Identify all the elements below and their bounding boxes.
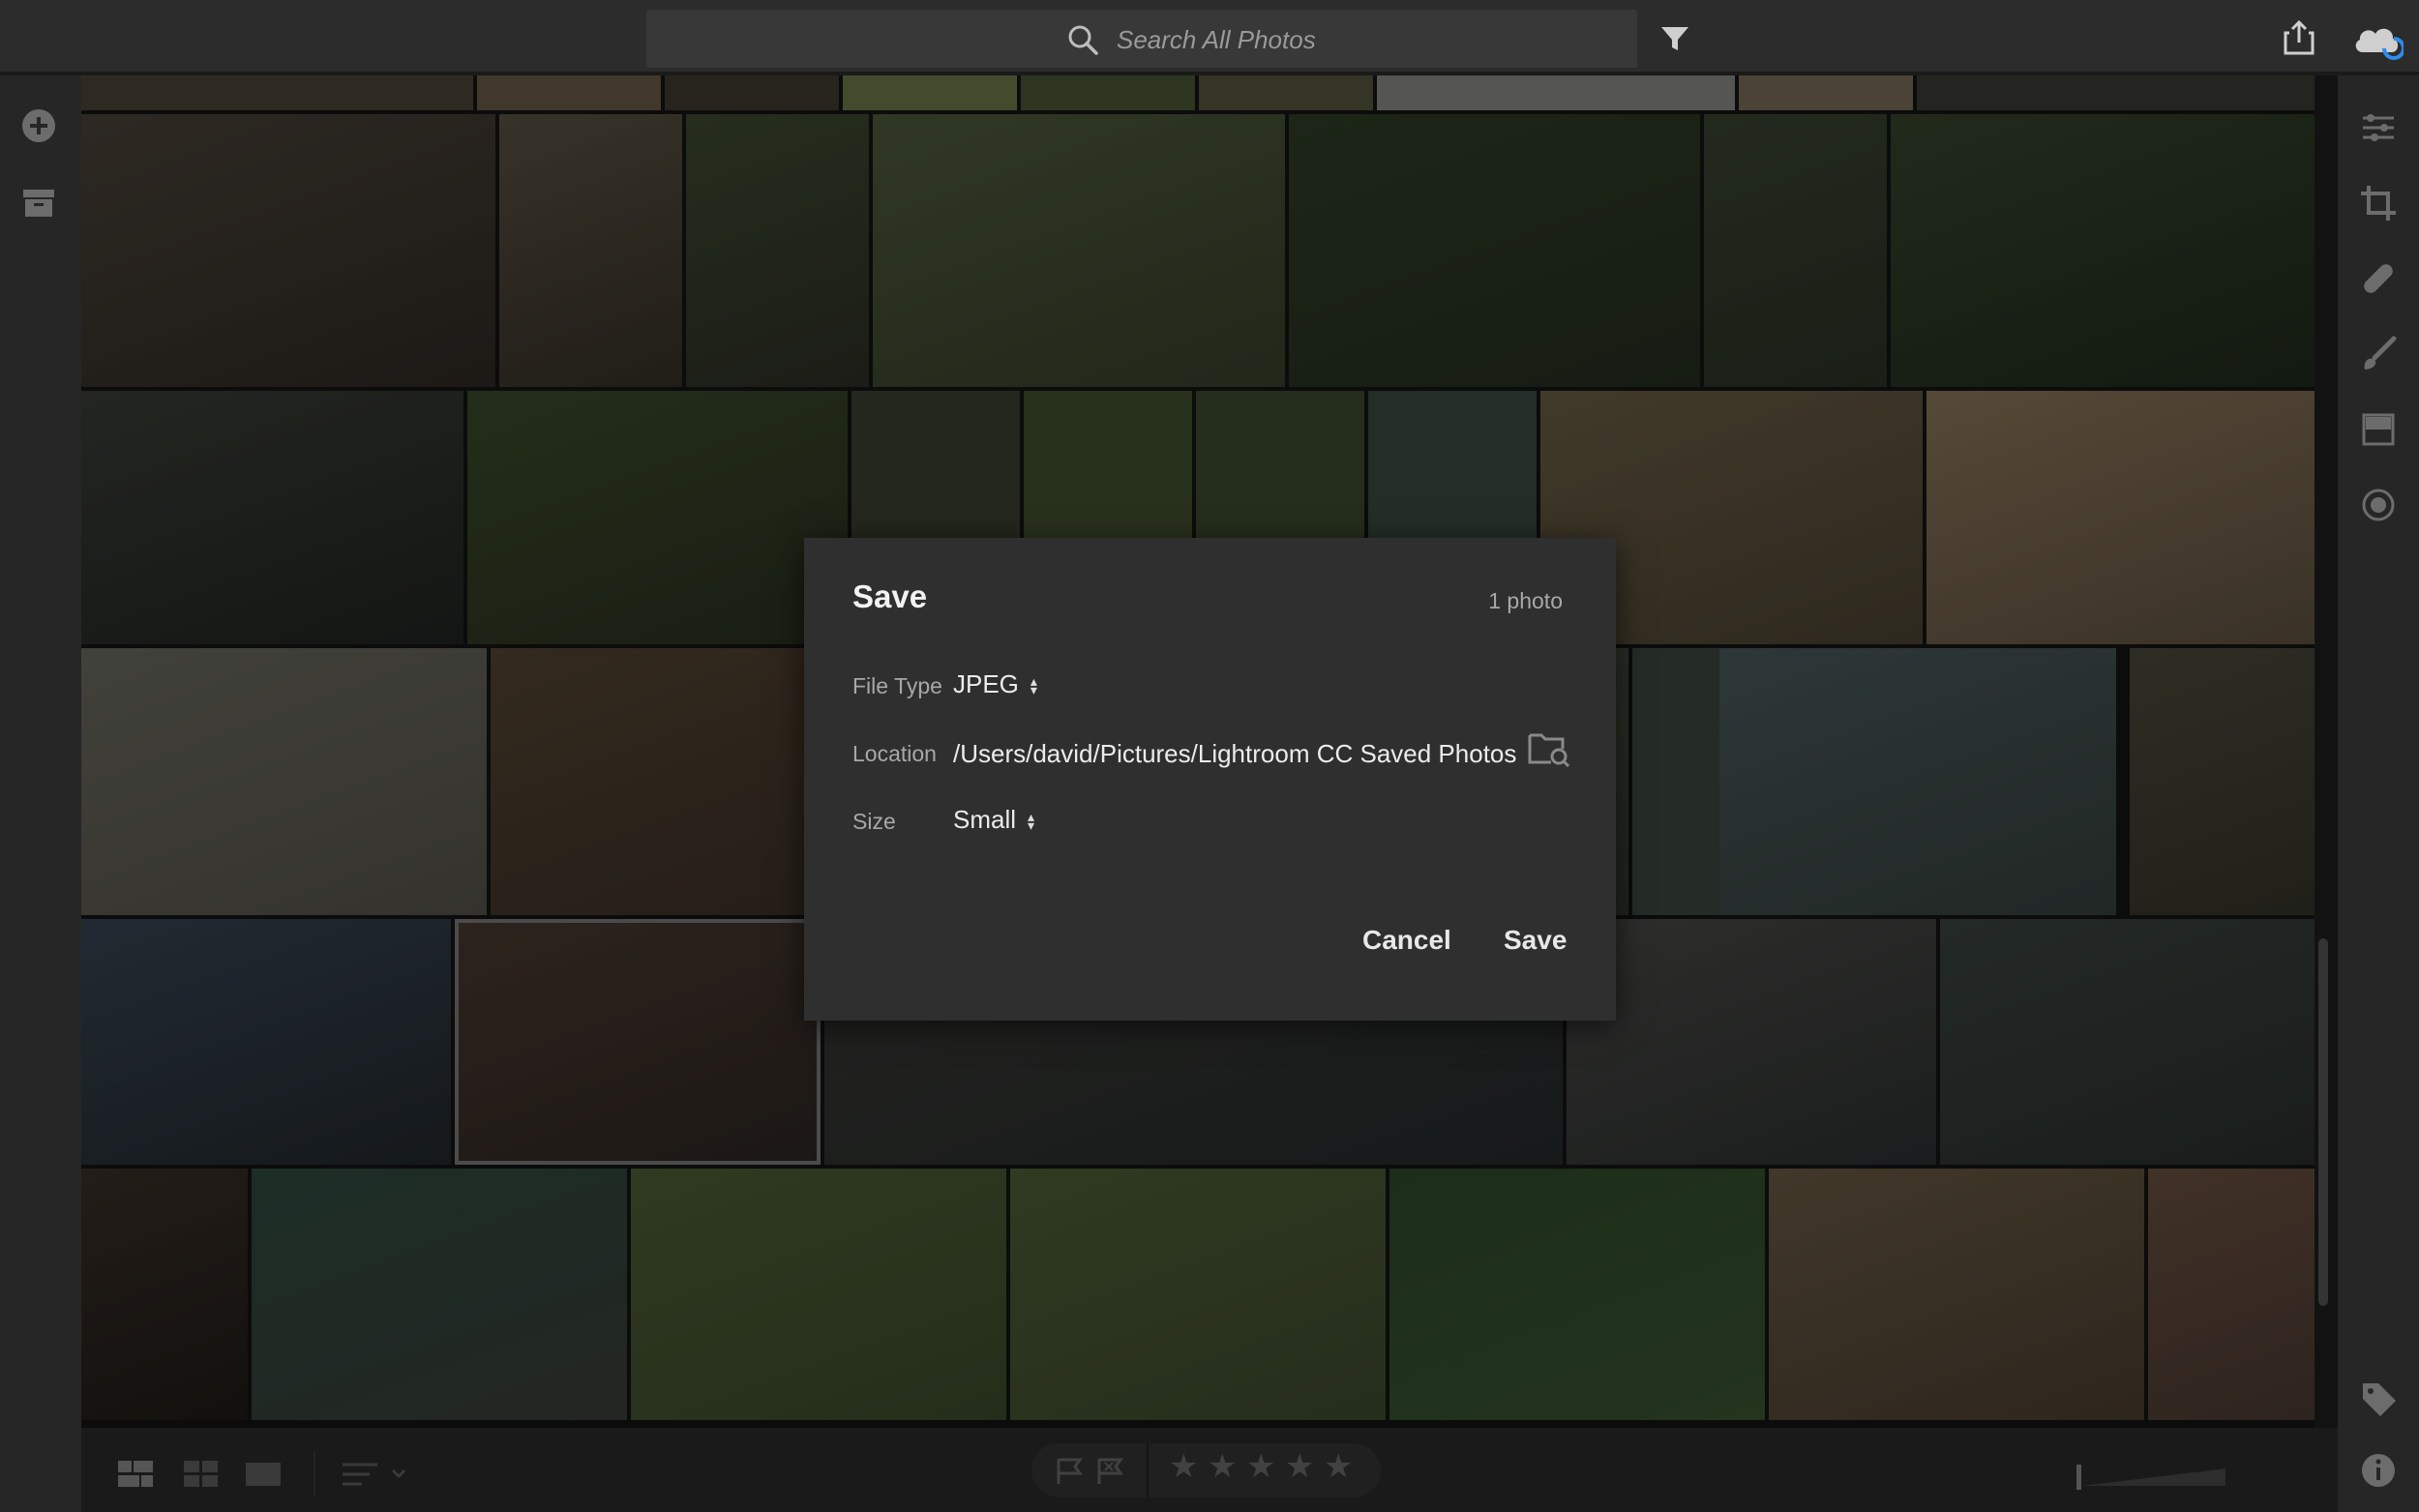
cancel-button[interactable]: Cancel bbox=[1362, 925, 1451, 956]
search-icon bbox=[1068, 25, 1098, 55]
linear-gradient-icon[interactable] bbox=[2357, 408, 2400, 451]
updown-arrows-icon: ▴ ▾ bbox=[1028, 809, 1035, 834]
search-bar[interactable] bbox=[646, 10, 1637, 68]
cloud-sync-icon[interactable] bbox=[2351, 19, 2404, 60]
add-icon[interactable] bbox=[17, 104, 60, 147]
file-type-label: File Type bbox=[852, 673, 942, 698]
choose-folder-icon[interactable] bbox=[1528, 731, 1570, 768]
size-label: Size bbox=[852, 809, 896, 834]
crop-icon[interactable] bbox=[2357, 182, 2400, 224]
save-button[interactable]: Save bbox=[1504, 925, 1567, 956]
top-bar bbox=[0, 0, 2419, 75]
brush-icon[interactable] bbox=[2357, 333, 2400, 375]
file-type-select[interactable]: JPEG ▴ ▾ bbox=[953, 669, 1037, 699]
size-value: Small bbox=[953, 805, 1017, 834]
share-icon[interactable] bbox=[2282, 19, 2316, 56]
photo-count: 1 photo bbox=[1488, 588, 1563, 613]
size-select[interactable]: Small ▴ ▾ bbox=[953, 805, 1034, 835]
location-label: Location bbox=[852, 741, 937, 766]
file-type-value: JPEG bbox=[953, 669, 1019, 698]
save-dialog: Save 1 photo File Type JPEG ▴ ▾ Location /… bbox=[804, 538, 1616, 1021]
dialog-title: Save bbox=[852, 578, 928, 614]
info-icon[interactable] bbox=[2357, 1449, 2400, 1492]
tag-icon[interactable] bbox=[2357, 1378, 2400, 1420]
updown-arrows-icon: ▴ ▾ bbox=[1030, 673, 1037, 698]
location-path: /Users/david/Pictures/Lightroom CC Saved… bbox=[953, 739, 1517, 768]
sliders-icon[interactable] bbox=[2357, 106, 2400, 149]
search-input[interactable] bbox=[1115, 19, 1602, 60]
left-sidebar bbox=[0, 75, 81, 1512]
archive-icon[interactable] bbox=[17, 182, 60, 224]
filter-icon[interactable] bbox=[1658, 23, 1691, 54]
healing-icon[interactable] bbox=[2357, 257, 2400, 300]
radial-gradient-icon[interactable] bbox=[2357, 484, 2400, 526]
right-sidebar bbox=[2338, 75, 2419, 1512]
